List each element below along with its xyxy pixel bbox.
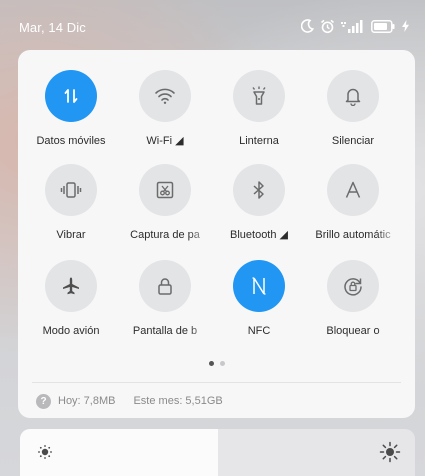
status-bar: Mar, 14 Dic — [0, 0, 425, 44]
rotation-lock-toggle[interactable] — [327, 260, 379, 312]
auto-brightness-label: Brillo automátic — [315, 229, 391, 241]
bluetooth-label: Bluetooth ◢ — [230, 229, 288, 241]
nfc-icon — [252, 277, 266, 295]
page-indicator[interactable] — [18, 361, 415, 366]
bluetooth-toggle[interactable] — [233, 164, 285, 216]
tile-bluetooth[interactable]: Bluetooth ◢ — [212, 164, 306, 242]
bell-icon — [345, 88, 361, 106]
signal-icon — [341, 19, 365, 33]
lock-screen-label: Pantalla de b — [132, 325, 198, 337]
wifi-toggle[interactable] — [139, 70, 191, 122]
flashlight-label: Linterna — [239, 135, 279, 147]
wifi-label: Wi-Fi ◢ — [146, 135, 184, 147]
page-dot[interactable] — [219, 361, 225, 366]
lock-screen-toggle[interactable] — [139, 260, 191, 312]
tile-nfc[interactable]: NFC — [212, 260, 306, 338]
tile-vibrate[interactable]: Vibrar — [24, 164, 118, 242]
tile-auto-brightness[interactable]: Brillo automátic — [306, 164, 400, 242]
battery-icon — [371, 19, 396, 33]
brightness-high-icon — [379, 441, 401, 468]
airplane-label: Modo avión — [42, 325, 100, 337]
page-dot-current[interactable] — [208, 361, 214, 366]
data-usage[interactable]: ? Hoy: 7,8MB Este mes: 5,51GB — [36, 391, 223, 411]
auto-brightness-icon — [345, 181, 361, 198]
usage-today: Hoy: 7,8MB — [58, 395, 116, 407]
usage-month: Este mes: 5,51GB — [133, 395, 223, 407]
vibrate-label: Vibrar — [56, 229, 86, 241]
tile-wifi[interactable]: Wi-Fi ◢ — [118, 70, 212, 148]
data-usage-icon: ? — [36, 393, 51, 409]
flashlight-icon — [252, 86, 266, 105]
silence-toggle[interactable] — [327, 70, 379, 122]
tile-mobile-data[interactable]: Datos móviles — [24, 70, 118, 148]
lock-icon — [158, 278, 172, 295]
moon-icon — [301, 19, 314, 33]
rotation-lock-icon — [344, 278, 362, 296]
tile-screenshot[interactable]: Captura de pa — [118, 164, 212, 242]
tile-airplane[interactable]: Modo avión — [24, 260, 118, 338]
nfc-label: NFC — [247, 325, 271, 337]
auto-brightness-toggle[interactable] — [327, 164, 379, 216]
mobile-data-icon — [64, 89, 78, 103]
airplane-toggle[interactable] — [45, 260, 97, 312]
flashlight-toggle[interactable] — [233, 70, 285, 122]
vibrate-icon — [60, 182, 82, 198]
tile-silence[interactable]: Silenciar — [306, 70, 400, 148]
divider — [32, 382, 401, 383]
silence-label: Silenciar — [331, 135, 375, 147]
screenshot-icon — [156, 181, 174, 199]
brightness-slider[interactable] — [20, 429, 415, 476]
bluetooth-icon — [253, 181, 264, 199]
charging-icon — [402, 20, 409, 32]
nfc-toggle[interactable] — [233, 260, 285, 312]
screenshot-label: Captura de pa — [130, 229, 200, 241]
alarm-icon — [320, 19, 335, 34]
airplane-icon — [63, 277, 79, 295]
rotation-lock-label: Bloquear o — [326, 325, 380, 337]
tile-rotation-lock[interactable]: Bloquear o — [306, 260, 400, 338]
wifi-icon — [155, 88, 175, 104]
quick-settings-panel: Datos móviles Wi-Fi ◢ Linterna Silenciar… — [18, 50, 415, 418]
status-icons — [301, 16, 409, 36]
mobile-data-label: Datos móviles — [36, 135, 106, 147]
status-date: Mar, 14 Dic — [19, 20, 86, 35]
screenshot-toggle[interactable] — [139, 164, 191, 216]
brightness-low-icon — [36, 443, 54, 466]
mobile-data-toggle[interactable] — [45, 70, 97, 122]
vibrate-toggle[interactable] — [45, 164, 97, 216]
tile-flashlight[interactable]: Linterna — [212, 70, 306, 148]
tile-lock-screen[interactable]: Pantalla de b — [118, 260, 212, 338]
